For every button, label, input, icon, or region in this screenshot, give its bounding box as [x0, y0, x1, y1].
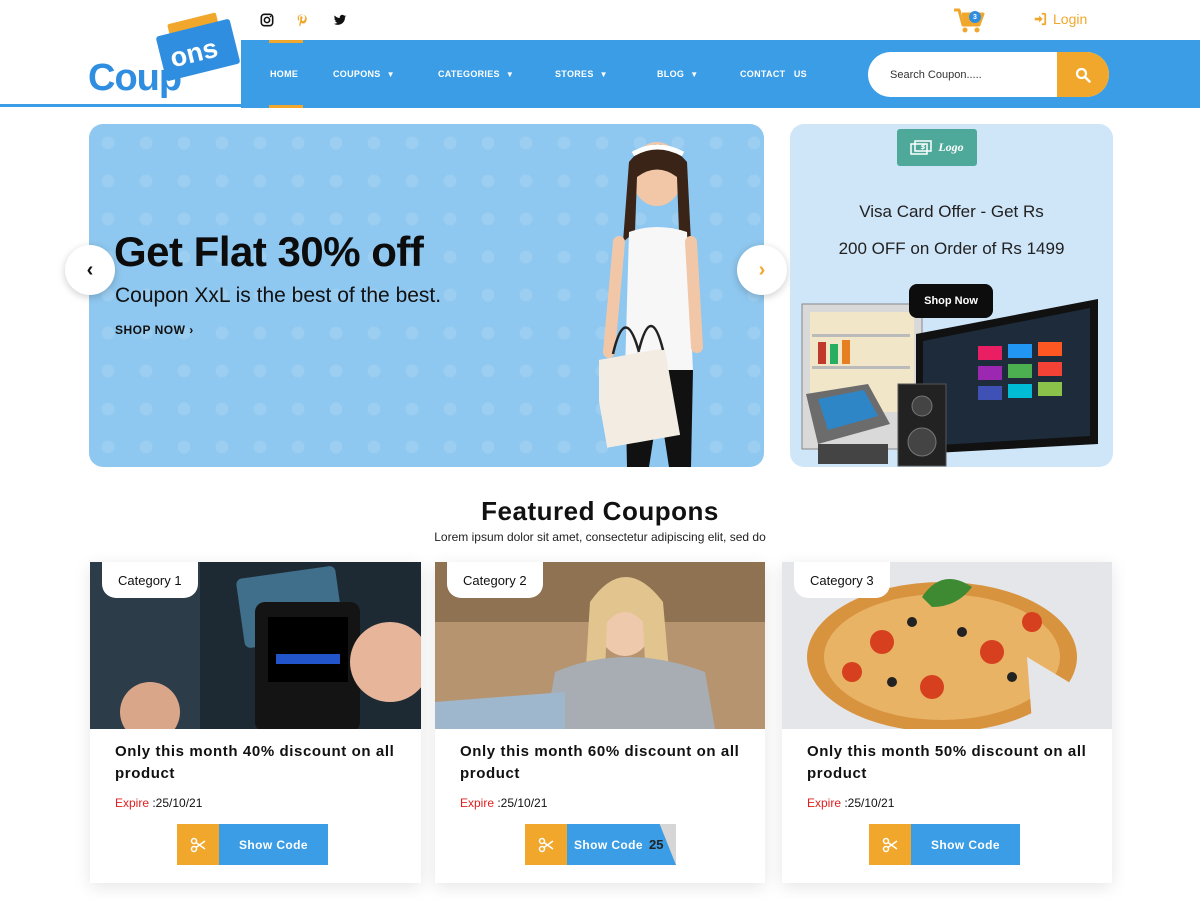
card-image-pizza: Category 3 [782, 562, 1112, 729]
peel-code-reveal: 25 Show Code [567, 824, 676, 865]
money-icon: $ [910, 139, 933, 155]
chevron-down-icon: ▼ [505, 69, 515, 79]
electronics-image [801, 299, 1098, 467]
show-code-label: Show Code [219, 824, 328, 865]
cart-count-badge: 3 [969, 11, 981, 23]
hero-next-button[interactable]: › [737, 245, 787, 295]
expire-date: :25/10/21 [841, 796, 895, 810]
card-expiry: Expire :25/10/21 [460, 796, 547, 810]
nav-blog[interactable]: BLOG ▼ [657, 40, 698, 108]
expire-date: :25/10/21 [494, 796, 548, 810]
chevron-down-icon: ▼ [386, 69, 395, 79]
coupon-card-2: Category 2 Only this month 60% discount … [435, 562, 765, 883]
hero-banner: Get Flat 30% off Coupon XxL is the best … [89, 124, 764, 467]
hero-shop-now-link[interactable]: SHOP NOW › [115, 323, 194, 337]
page: ons Coup 3 Login HOME COUPONS ▼ CATEGORIE… [0, 0, 1200, 900]
nav-blog-label: BLOG [657, 69, 685, 79]
scissors-icon [525, 824, 567, 865]
twitter-icon[interactable] [331, 11, 349, 29]
card-title: Only this month 60% discount on all prod… [460, 743, 740, 782]
show-code-button[interactable]: Show Code [177, 824, 328, 865]
hero-subtitle: Coupon XxL is the best of the best. [115, 284, 442, 307]
nav-stores-label: STORES [555, 69, 594, 79]
card-category-badge[interactable]: Category 3 [794, 562, 890, 598]
pinterest-icon[interactable] [293, 11, 311, 29]
chevron-right-icon: › [758, 258, 766, 281]
expire-label: Expire [460, 796, 495, 810]
expire-label: Expire [115, 796, 150, 810]
offer-brand-logo: $ Logo [897, 129, 977, 166]
chevron-down-icon: ▼ [599, 69, 608, 79]
nav-stores[interactable]: STORES ▼ [555, 40, 608, 108]
search-box [868, 52, 1109, 97]
featured-subtitle: Lorem ipsum dolor sit amet, consectetur … [434, 530, 766, 544]
nav-categories-label: CATEGORIES [438, 69, 500, 79]
hero-title: Get Flat 30% off [114, 228, 424, 275]
show-code-button[interactable]: 25 Show Code [525, 824, 676, 865]
show-code-label: Show Code [574, 838, 643, 852]
nav-home[interactable]: HOME [270, 40, 298, 108]
hero-model-image [599, 142, 703, 467]
offer-line-1: Visa Card Offer - Get Rs [859, 202, 1044, 221]
expire-date: :25/10/21 [149, 796, 203, 810]
logo-main-text: Coup [88, 57, 182, 99]
logo-underline [0, 104, 241, 107]
scissors-icon [869, 824, 911, 865]
card-category-badge[interactable]: Category 2 [447, 562, 543, 598]
coupon-code-peek: 25 [649, 837, 664, 852]
cart-button[interactable]: 3 [953, 7, 987, 35]
nav-home-label: HOME [270, 69, 299, 79]
offer-banner: $ Logo Visa Card Offer - Get Rs 200 OFF … [790, 124, 1113, 467]
shop-now-button[interactable]: Shop Now [909, 284, 993, 318]
login-label: Login [1053, 11, 1088, 27]
sign-in-icon [1034, 12, 1047, 26]
chevron-left-icon: ‹ [86, 258, 94, 281]
instagram-icon[interactable] [258, 11, 276, 29]
hero-prev-button[interactable]: ‹ [65, 245, 115, 295]
coupon-card-1: Category 1 Only this month 40% discount … [90, 562, 421, 883]
show-code-label: Show Code [911, 824, 1020, 865]
nav-contact-us[interactable]: CONTACT US [740, 40, 807, 108]
card-title: Only this month 50% discount on all prod… [807, 743, 1087, 782]
offer-logo-text: Logo [938, 140, 964, 154]
card-category-badge[interactable]: Category 1 [102, 562, 198, 598]
nav-coupons-label: COUPONS [333, 69, 381, 79]
card-image-payment: Category 1 [90, 562, 421, 729]
featured-title: Featured Coupons [481, 496, 719, 526]
search-icon [1075, 67, 1091, 83]
nav-contact-label: CONTACT US [740, 69, 807, 79]
svg-text:$: $ [921, 143, 926, 151]
search-button[interactable] [1057, 52, 1109, 97]
nav-coupons[interactable]: COUPONS ▼ [333, 40, 395, 108]
expire-label: Expire [807, 796, 842, 810]
show-code-button[interactable]: Show Code [869, 824, 1020, 865]
card-expiry: Expire :25/10/21 [115, 796, 202, 810]
login-link[interactable]: Login [1033, 11, 1087, 27]
scissors-icon [177, 824, 219, 865]
offer-line-2: 200 OFF on Order of Rs 1499 [838, 239, 1065, 258]
coupon-card-3: Category 3 Only this month 50% discount … [782, 562, 1112, 883]
card-expiry: Expire :25/10/21 [807, 796, 894, 810]
chevron-down-icon: ▼ [690, 69, 699, 79]
nav-categories[interactable]: CATEGORIES ▼ [438, 40, 514, 108]
search-input[interactable] [868, 52, 1057, 97]
card-title: Only this month 40% discount on all prod… [115, 743, 395, 782]
card-image-fashion: Category 2 [435, 562, 765, 729]
site-logo[interactable]: ons Coup [0, 0, 241, 108]
